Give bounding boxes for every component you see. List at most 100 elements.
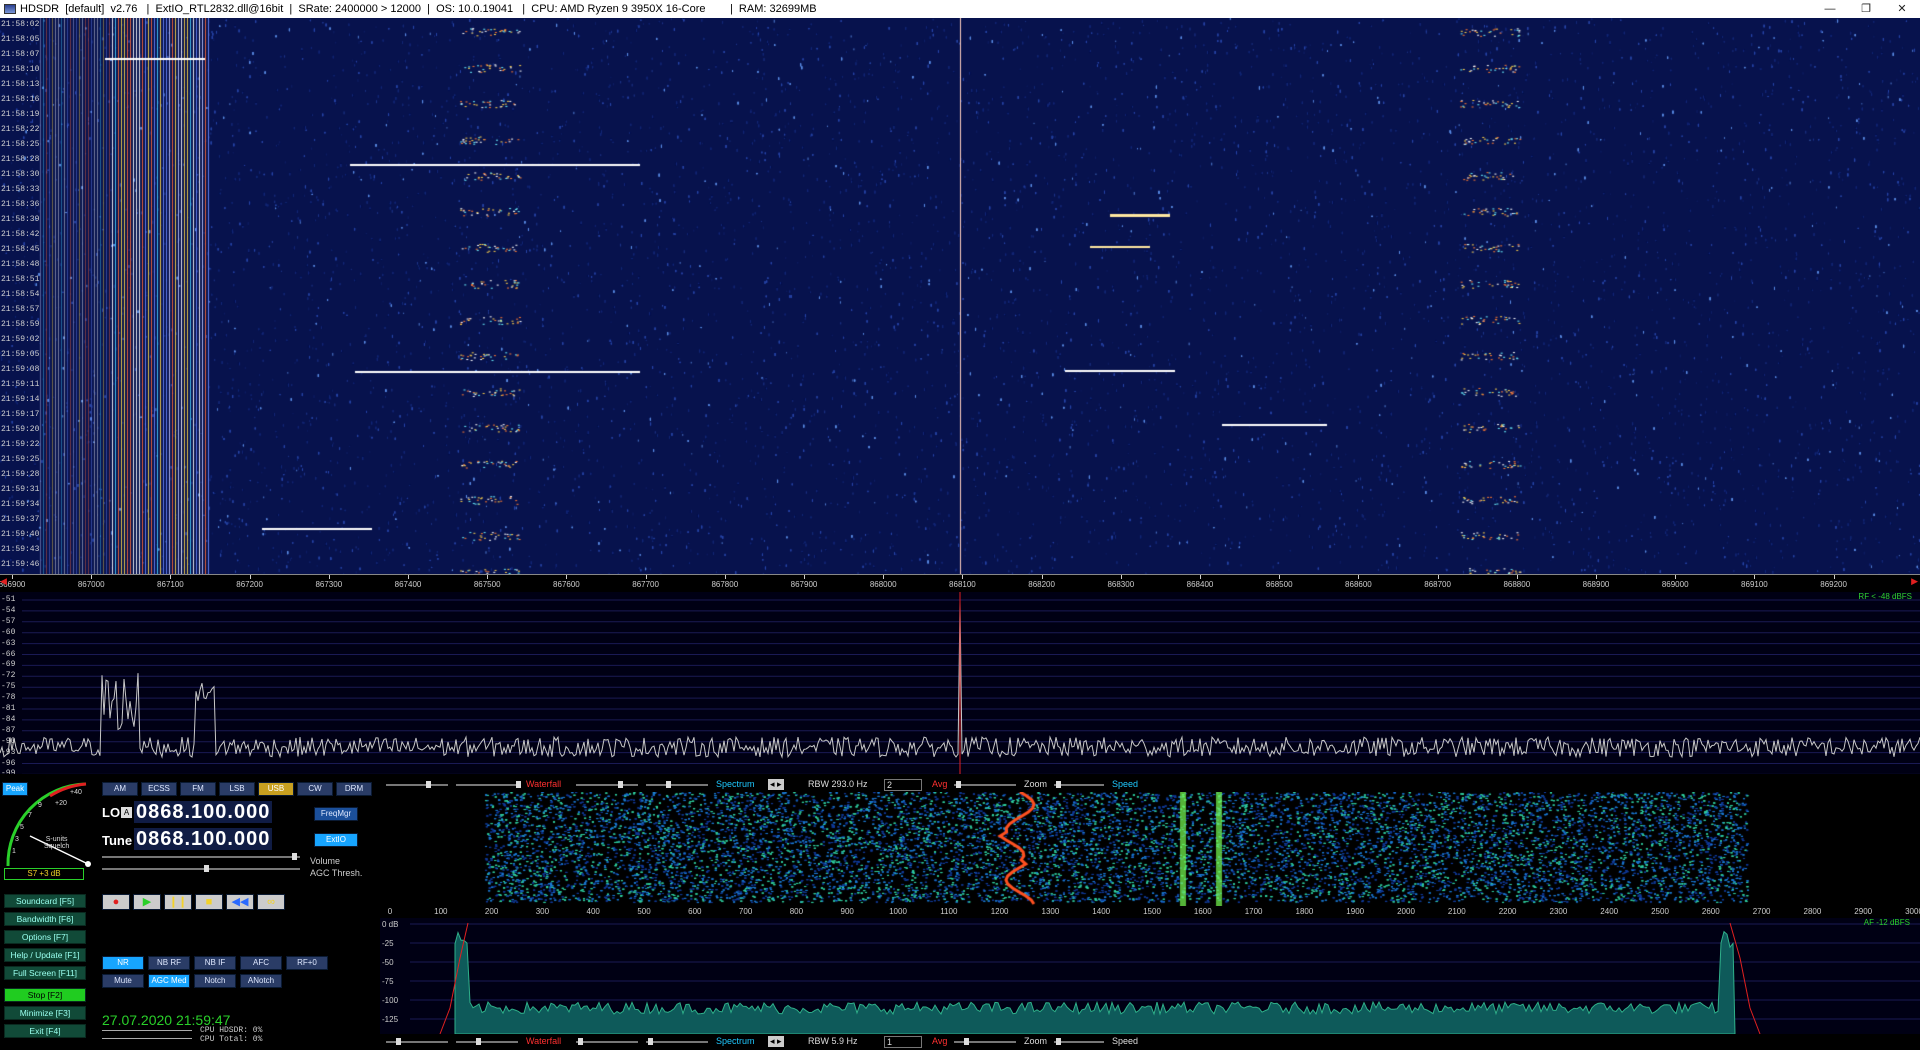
tb-bot-zoom[interactable]: Zoom [1024,1036,1047,1046]
audio-freq-label: 2800 [1803,907,1822,916]
freq-label: 868100 [949,580,976,589]
smeter-scale-7: 7 [28,812,32,819]
tb-top-zoom[interactable]: Zoom [1024,779,1047,789]
db-label: -72 [1,671,16,681]
agc-threshold-label: AGC Thresh. [310,868,363,878]
tb-bot-zoom-slider[interactable] [1054,1038,1104,1045]
function-button-3[interactable]: Help / Update [F1] [4,948,86,962]
tb-top-rbw-select[interactable]: 2 [884,779,922,791]
tb-top-slider-2[interactable] [456,781,521,788]
tb-top-zoom-slider[interactable] [1054,781,1104,788]
transport-button-2[interactable]: ❙❙ [164,894,192,910]
freq-axis-right-arrow-icon[interactable]: ▶ [1911,576,1918,587]
dsp-notch-button[interactable]: Notch [194,974,236,988]
tb-bot-slider-1[interactable] [386,1038,448,1045]
function-button-4[interactable]: Full Screen [F11] [4,966,86,980]
dsp-mute-button[interactable]: Mute [102,974,144,988]
transport-button-1[interactable]: ▶ [133,894,161,910]
tb-top-slider-4[interactable] [646,781,708,788]
dsp-nr-button[interactable]: NR [102,956,144,970]
app-icon [4,4,16,14]
tb-bot-avg[interactable]: Avg [932,1036,947,1046]
time-label: 21:58:28 [1,155,40,164]
freq-axis-left-arrow-icon[interactable]: ◀ [0,576,7,587]
mode-am-button[interactable]: AM [102,782,138,796]
db-label: -75 [1,682,16,692]
tb-top-spectrum[interactable]: Spectrum [716,779,755,789]
dsp-anotch-button[interactable]: ANotch [240,974,282,988]
audio-spectrum[interactable]: 0 dB -25 -50 -75 -100 -125 AF -12 dBFS [380,918,1920,1034]
audio-freq-label: 1900 [1346,907,1365,916]
mode-lsb-button[interactable]: LSB [219,782,255,796]
time-label: 21:58:54 [1,290,40,299]
peak-button[interactable]: Peak [2,782,28,796]
agc-threshold-slider[interactable] [102,865,300,872]
tb-top-waterfall[interactable]: Waterfall [526,779,561,789]
volume-slider[interactable] [102,853,300,860]
function-button-0[interactable]: Soundcard [F5] [4,894,86,908]
mode-fm-button[interactable]: FM [180,782,216,796]
tb-bot-slider-4[interactable] [646,1038,708,1045]
audio-freq-label: 1700 [1244,907,1263,916]
transport-button-0[interactable]: ● [102,894,130,910]
freq-tick [724,575,726,579]
function-button-2[interactable]: Options [F7] [4,930,86,944]
mode-cw-button[interactable]: CW [297,782,333,796]
tb-bot-rbw-select[interactable]: 1 [884,1036,922,1048]
tb-top-avg[interactable]: Avg [932,779,947,789]
frequency-axis[interactable]: 866900 867000 867100 867200 867300 867400 8675… [0,574,1920,592]
tune-frequency[interactable]: 0868.100.000 [134,828,273,851]
freq-tick [645,575,647,579]
tb-bot-slider-3[interactable] [576,1038,638,1045]
tune-frequency-value[interactable]: 0868.100.000 [134,828,273,850]
lo-frequency-value[interactable]: 0868.100.000 [134,801,273,823]
transport-button-5[interactable]: ∞ [257,894,285,910]
dsp-agcmed-button[interactable]: AGC Med [148,974,190,988]
function-button-1[interactable]: Bandwidth [F6] [4,912,86,926]
close-window-icon[interactable]: ✕ [1884,0,1920,18]
tb-bot-waterfall[interactable]: Waterfall [526,1036,561,1046]
smeter-caption: S-units Squelch [44,836,70,850]
function-button-5[interactable]: Stop [F2] [4,988,86,1002]
rf-waterfall[interactable]: 21:58:02 21:58:05 21:58:07 21:58:10 21:58:13… [0,18,1920,574]
restore-window-icon[interactable]: ❐ [1848,0,1884,18]
time-label: 21:58:45 [1,245,40,254]
tb-top-slider-1[interactable] [386,781,448,788]
freq-label: 869000 [1661,580,1689,589]
transport-button-4[interactable]: ◀◀ [226,894,254,910]
tb-top-arrows[interactable]: ◂ ▸ [768,779,784,790]
audio-freq-label: 1600 [1193,907,1212,916]
function-button-6[interactable]: Minimize [F3] [4,1006,86,1020]
tb-bot-arrows[interactable]: ◂ ▸ [768,1036,784,1047]
tb-top-slider-3[interactable] [576,781,638,788]
mode-drm-button[interactable]: DRM [336,782,372,796]
transport-button-3[interactable]: ■ [195,894,223,910]
tb-top-avg-slider[interactable] [954,781,1016,788]
extio-button[interactable]: ExtIO [314,833,358,847]
tb-bot-slider-2[interactable] [456,1038,518,1045]
tb-bot-avg-slider[interactable] [954,1038,1016,1045]
freq-tick [1516,575,1518,579]
minimize-window-icon[interactable]: — [1812,0,1848,18]
time-label: 21:58:22 [1,125,40,134]
freqmgr-button[interactable]: FreqMgr [314,807,358,821]
dsp-nbif-button[interactable]: NB IF [194,956,236,970]
waterfall-time-labels: 21:58:02 21:58:05 21:58:07 21:58:10 21:58:13… [0,18,40,574]
time-label: 21:59:08 [1,365,40,374]
tb-bot-speed[interactable]: Speed [1112,1036,1138,1046]
tb-bot-spectrum[interactable]: Spectrum [716,1036,755,1046]
mode-usb-button[interactable]: USB [258,782,294,796]
freq-label: 867700 [632,580,659,589]
tb-top-speed[interactable]: Speed [1112,779,1138,789]
dsp-afc-button[interactable]: AFC [240,956,282,970]
rf-spectrum[interactable]: -51 -54 -57 -60 -63 -66 -69 -72 -75 -78 -81 -84 -87-… [0,592,1920,774]
audio-waterfall[interactable] [380,792,1920,906]
lo-frequency[interactable]: 0868.100.000 [134,801,273,824]
mode-ecss-button[interactable]: ECSS [141,782,177,796]
dsp-nbrf-button[interactable]: NB RF [148,956,190,970]
time-label: 21:58:07 [1,50,40,59]
dsp-rf0-button[interactable]: RF+0 [286,956,328,970]
function-button-7[interactable]: Exit [F4] [4,1024,86,1038]
waterfall-canvas[interactable] [0,18,1920,574]
audio-freq-label: 2400 [1600,907,1619,916]
